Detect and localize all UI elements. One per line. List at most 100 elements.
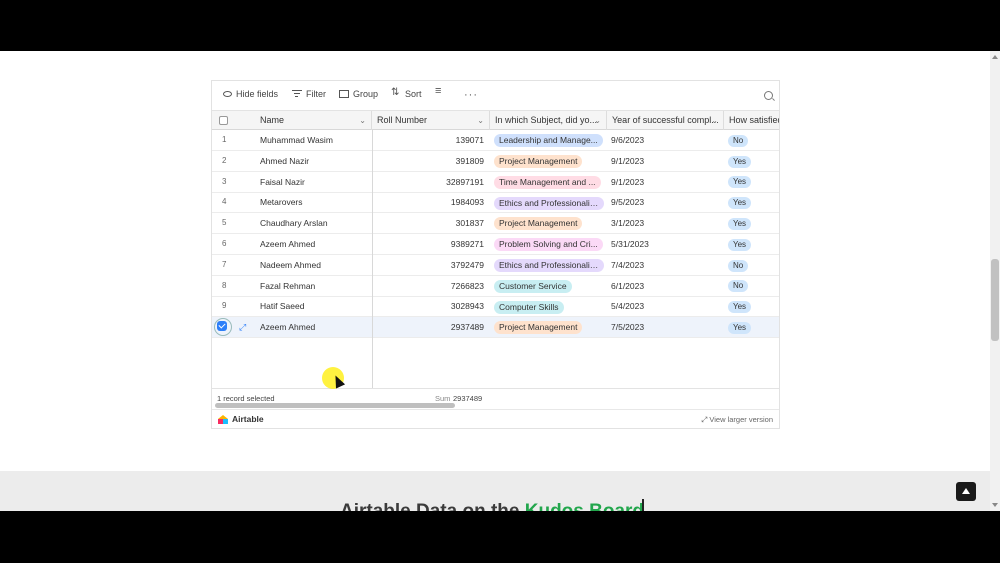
row-height-button[interactable]	[435, 85, 445, 97]
cell-roll-number[interactable]: 7266823	[372, 276, 490, 296]
sort-button[interactable]: Sort	[391, 87, 422, 99]
table-row[interactable]: 7 Nadeem Ahmed 3792479 Ethics and Professio…	[212, 255, 779, 276]
cell-name[interactable]: Hatif Saeed	[260, 296, 370, 316]
subject-tag: Project Management	[494, 321, 583, 335]
cell-name[interactable]: Chaudhary Arslan	[260, 213, 370, 233]
cell-year[interactable]: 9/6/2023	[611, 130, 721, 150]
cell-satisfied[interactable]: No	[728, 130, 778, 150]
group-label: Group	[353, 89, 379, 99]
table-row[interactable]: ⤢ Azeem Ahmed 2937489 Project Management 7/5…	[212, 317, 779, 339]
col-header-year[interactable]: Year of successful compl... ⌄	[607, 111, 724, 130]
scroll-thumb[interactable]	[991, 259, 999, 341]
cell-roll-number[interactable]: 139071	[372, 130, 490, 150]
col-header-satisfied[interactable]: How satisfied	[724, 111, 779, 130]
table-row[interactable]: 6 Azeem Ahmed 9389271 Problem Solving and C…	[212, 234, 779, 255]
cell-subject[interactable]: Ethics and Professionalism	[494, 192, 606, 212]
cell-roll-number[interactable]: 301837	[372, 213, 490, 233]
heading-part2: Kudos Board	[525, 501, 644, 511]
cell-subject[interactable]: Time Management and ...	[494, 172, 606, 192]
cell-year[interactable]: 9/1/2023	[611, 172, 721, 192]
cell-subject[interactable]: Project Management	[494, 213, 606, 233]
cell-subject[interactable]: Customer Service	[494, 276, 606, 296]
cell-subject[interactable]: Computer Skills	[494, 296, 606, 316]
cell-name[interactable]: Fazal Rehman	[260, 276, 370, 296]
cell-name[interactable]: Muhammad Wasim	[260, 130, 370, 150]
table-row[interactable]: 9 Hatif Saeed 3028943 Computer Skills 5/4/20…	[212, 296, 779, 318]
row-checkbox-checked[interactable]	[217, 321, 227, 332]
page-scrollbar[interactable]	[990, 51, 1000, 511]
cell-roll-number[interactable]: 3792479	[372, 255, 490, 275]
subject-tag: Project Management	[494, 217, 583, 231]
col-header-roll[interactable]: Roll Number ⌄	[372, 111, 490, 130]
expand-record-icon[interactable]: ⤢	[239, 322, 246, 333]
heading-part1: Airtable Data on the	[340, 501, 525, 511]
chevron-down-icon[interactable]: ⌄	[477, 111, 484, 130]
view-larger-link[interactable]: ⤢ View larger version	[701, 415, 773, 425]
cell-satisfied[interactable]: No	[728, 276, 778, 296]
table-row[interactable]: 3 Faisal Nazir 32897191 Time Management and…	[212, 172, 779, 193]
table-row[interactable]: 4 Metarovers 1984093 Ethics and Professiona…	[212, 192, 779, 214]
hide-fields-button[interactable]: Hide fields	[223, 89, 278, 99]
cell-subject[interactable]: Project Management	[494, 151, 606, 171]
cell-name[interactable]: Ahmed Nazir	[260, 151, 370, 171]
cell-satisfied[interactable]: Yes	[728, 317, 778, 337]
table-row[interactable]: 5 Chaudhary Arslan 301837 Project Managemen…	[212, 213, 779, 235]
chevron-down-icon[interactable]: ⌄	[359, 111, 366, 130]
cell-name[interactable]: Azeem Ahmed	[260, 234, 370, 254]
chevron-down-icon[interactable]: ⌄	[711, 111, 718, 130]
cell-subject[interactable]: Project Management	[494, 317, 606, 337]
group-button[interactable]: Group	[339, 89, 378, 99]
cell-satisfied[interactable]: Yes	[728, 234, 778, 254]
col-header-subject[interactable]: In which Subject, did yo... ⌄	[490, 111, 607, 130]
cell-satisfied[interactable]: Yes	[728, 151, 778, 171]
cell-roll-number[interactable]: 1984093	[372, 192, 490, 212]
cell-satisfied[interactable]: Yes	[728, 296, 778, 316]
row-number: 8	[222, 280, 227, 290]
filter-button[interactable]: Filter	[292, 89, 326, 99]
cell-year[interactable]: 7/5/2023	[611, 317, 721, 337]
cell-name[interactable]: Faisal Nazir	[260, 172, 370, 192]
cell-year[interactable]: 7/4/2023	[611, 255, 721, 275]
cell-year[interactable]: 9/1/2023	[611, 151, 721, 171]
table-row[interactable]: 1 Muhammad Wasim 139071 Leadership and Mana…	[212, 130, 779, 151]
table-row[interactable]: 8 Fazal Rehman 7266823 Customer Service 6/1/…	[212, 276, 779, 297]
col-header-name[interactable]: Name ⌄	[255, 111, 372, 130]
cell-roll-number[interactable]: 2937489	[372, 317, 490, 337]
select-all-checkbox[interactable]	[219, 116, 228, 125]
more-options-button[interactable]: ···	[464, 89, 478, 101]
cell-year[interactable]: 5/4/2023	[611, 296, 721, 316]
cell-subject[interactable]: Problem Solving and Cri...	[494, 234, 606, 254]
row-number: 7	[222, 259, 227, 269]
horizontal-scrollbar[interactable]	[215, 403, 455, 408]
back-to-top-button[interactable]	[956, 482, 976, 501]
cell-name[interactable]: Azeem Ahmed	[260, 317, 370, 337]
cell-subject[interactable]: Ethics and Professionalism	[494, 255, 606, 275]
cell-year[interactable]: 9/5/2023	[611, 192, 721, 212]
cell-satisfied[interactable]: Yes	[728, 172, 778, 192]
scroll-up-arrow-icon[interactable]	[992, 55, 998, 59]
row-number: 5	[222, 218, 227, 228]
search-icon[interactable]	[764, 91, 773, 100]
subject-tag: Leadership and Manage...	[494, 134, 603, 148]
cell-year[interactable]: 3/1/2023	[611, 213, 721, 233]
chevron-down-icon[interactable]: ⌄	[594, 111, 601, 130]
cell-satisfied[interactable]: Yes	[728, 192, 778, 212]
table-row[interactable]: 2 Ahmed Nazir 391809 Project Management 9/1/…	[212, 151, 779, 172]
cell-name[interactable]: Nadeem Ahmed	[260, 255, 370, 275]
cell-roll-number[interactable]: 391809	[372, 151, 490, 171]
cell-subject[interactable]: Leadership and Manage...	[494, 130, 606, 150]
cell-roll-number[interactable]: 9389271	[372, 234, 490, 254]
row-number: 9	[222, 301, 227, 311]
filter-label: Filter	[306, 89, 326, 99]
section-heading: Airtable Data on the Kudos Board	[340, 501, 644, 511]
row-number: 4	[222, 197, 227, 207]
cell-name[interactable]: Metarovers	[260, 192, 370, 212]
cell-year[interactable]: 5/31/2023	[611, 234, 721, 254]
view-larger-label: View larger version	[709, 415, 773, 424]
cell-satisfied[interactable]: No	[728, 255, 778, 275]
cell-roll-number[interactable]: 3028943	[372, 296, 490, 316]
cell-satisfied[interactable]: Yes	[728, 213, 778, 233]
cell-roll-number[interactable]: 32897191	[372, 172, 490, 192]
scroll-down-arrow-icon[interactable]	[992, 503, 998, 507]
cell-year[interactable]: 6/1/2023	[611, 276, 721, 296]
